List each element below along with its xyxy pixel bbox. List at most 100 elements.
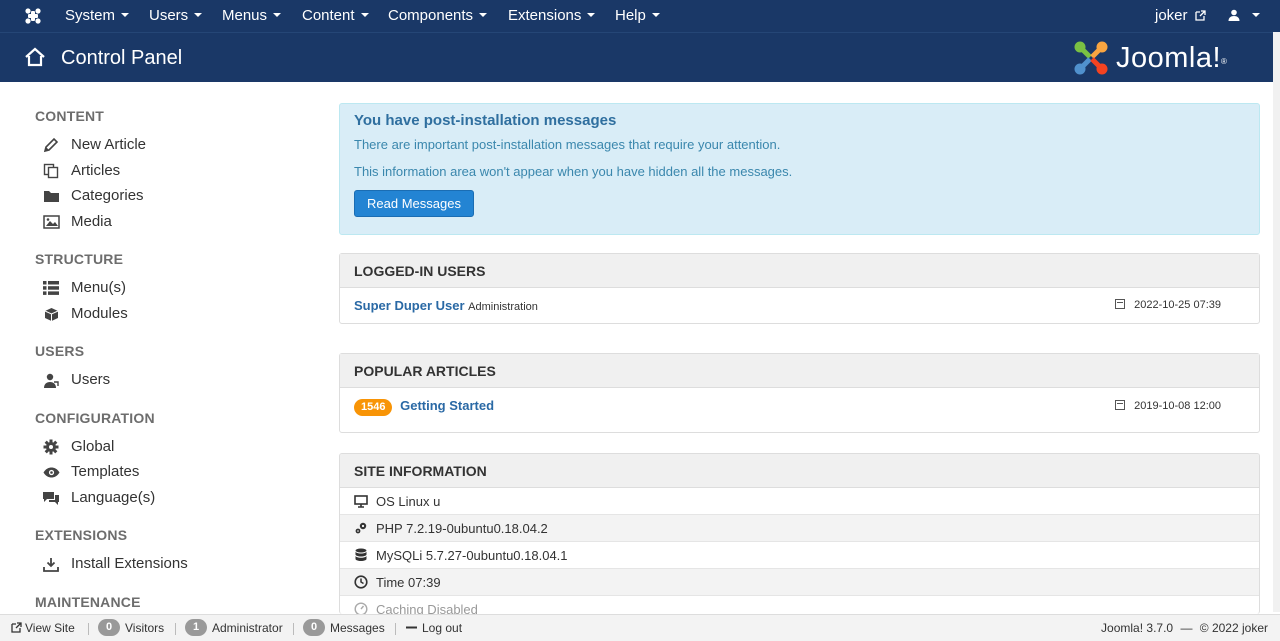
caret-down-icon: [587, 13, 596, 18]
info-mysql: MySQLi 5.7.27-0ubuntu0.18.04.1: [376, 548, 568, 563]
view-site-link[interactable]: View Site: [11, 615, 75, 641]
cogs-icon: [354, 521, 368, 535]
panel-heading: SITE INFORMATION: [340, 454, 1259, 488]
menu-users[interactable]: Users: [149, 0, 203, 32]
info-time: Time 07:39: [376, 575, 441, 590]
menu-extensions[interactable]: Extensions: [508, 0, 596, 32]
home-icon: [25, 47, 45, 67]
menu-menus-label: Menus: [222, 7, 268, 24]
site-link-label: joker: [1155, 7, 1188, 24]
user-icon: [1228, 9, 1240, 21]
divider: [293, 623, 294, 635]
menu-content[interactable]: Content: [302, 0, 369, 32]
external-link-icon: [1195, 9, 1206, 21]
sidebar-heading-configuration: CONFIGURATION: [35, 410, 155, 426]
footer-version: Joomla! 3.7.0 — © 2022 joker: [1101, 615, 1268, 641]
visitors-count-badge: 0: [98, 619, 120, 637]
user-menu[interactable]: [1228, 0, 1261, 32]
alert-line-1: There are important post-installation me…: [354, 137, 781, 152]
logout-label: Log out: [422, 621, 463, 635]
menu-content-label: Content: [302, 7, 355, 24]
visitors-label: Visitors: [125, 621, 165, 635]
menu-extensions-label: Extensions: [508, 7, 582, 24]
caret-down-icon: [121, 13, 130, 18]
copyright-text: © 2022 joker: [1199, 621, 1268, 635]
list-item: MySQLi 5.7.27-0ubuntu0.18.04.1: [340, 542, 1259, 569]
menu-menus[interactable]: Menus: [222, 0, 282, 32]
cube-icon: [42, 306, 60, 322]
caret-down-icon: [360, 13, 369, 18]
scrollbar[interactable]: [1273, 32, 1280, 612]
pencil-icon: [42, 137, 60, 153]
admin-label: Administrator: [212, 621, 283, 635]
sidebar-item-label: Users: [71, 371, 111, 388]
post-install-alert: You have post-installation messages Ther…: [339, 103, 1260, 235]
footer-separator: —: [1180, 621, 1193, 635]
external-link-icon: [11, 622, 22, 633]
hits-badge: 1546: [354, 399, 393, 416]
panel-heading: LOGGED-IN USERS: [340, 254, 1259, 288]
sidebar-heading-users: USERS: [35, 343, 85, 359]
sidebar-item-label: Language(s): [71, 489, 156, 506]
alert-line-2: This information area won't appear when …: [354, 164, 793, 179]
sidebar-item-label: Categories: [71, 187, 144, 204]
popular-articles-panel: POPULAR ARTICLES 1546 Getting Started 20…: [339, 353, 1260, 433]
sidebar-item-label: Menu(s): [71, 279, 127, 296]
version-text: Joomla! 3.7.0: [1101, 621, 1174, 635]
info-os: OS Linux u: [376, 494, 441, 509]
menu-system-label: System: [65, 7, 116, 24]
calendar-icon: [1115, 299, 1126, 310]
login-date: 2022-10-25 07:39: [1115, 288, 1221, 323]
sidebar-item-label: Articles: [71, 162, 121, 179]
joomla-logo: Joomla!®: [1072, 38, 1262, 78]
menu-users-label: Users: [149, 7, 189, 24]
divider: [88, 623, 89, 635]
sidebar-item-label: Modules: [71, 305, 128, 322]
comments-icon: [42, 490, 60, 506]
page-header: Control Panel Joomla!®: [0, 32, 1280, 82]
login-date-value: 2022-10-25 07:39: [1134, 299, 1221, 311]
panel-heading: POPULAR ARTICLES: [340, 354, 1259, 388]
read-messages-button[interactable]: Read Messages: [354, 190, 474, 217]
joomla-logo-icon: [1074, 41, 1108, 75]
database-icon: [354, 548, 368, 562]
monitor-icon: [354, 494, 368, 508]
info-caching: Caching Disabled: [376, 602, 478, 614]
logout-link[interactable]: Log out: [406, 615, 462, 641]
caret-down-icon: [194, 13, 203, 18]
user-name-link[interactable]: Super Duper User: [354, 298, 465, 313]
table-row: 1546 Getting Started 2019-10-08 12:00: [340, 388, 1259, 424]
clock-icon: [354, 575, 368, 589]
table-row: Super Duper User Administration 2022-10-…: [340, 288, 1259, 323]
site-information-panel: SITE INFORMATION OS Linux u PHP 7.2.19-0…: [339, 453, 1260, 614]
messages-count-badge: 0: [303, 619, 325, 637]
list-item: Caching Disabled: [340, 596, 1259, 614]
eye-icon: [42, 464, 60, 480]
article-date: 2019-10-08 12:00: [1115, 388, 1221, 424]
caret-down-icon: [651, 13, 660, 18]
cog-icon: [42, 439, 60, 455]
image-icon: [42, 214, 60, 230]
sidebar-item-label: Media: [71, 213, 112, 230]
menu-system[interactable]: System: [65, 0, 130, 32]
sidebar-heading-structure: STRUCTURE: [35, 251, 124, 267]
joomla-brand-icon[interactable]: [18, 0, 48, 32]
article-title-link[interactable]: Getting Started: [400, 398, 494, 413]
admin-count-badge: 1: [185, 619, 207, 637]
sidebar-heading-extensions: EXTENSIONS: [35, 527, 128, 543]
download-icon: [42, 556, 60, 572]
messages-counter[interactable]: 0 Messages: [303, 615, 385, 641]
caret-down-icon: [273, 13, 282, 18]
divider: [175, 623, 176, 635]
menu-help[interactable]: Help: [615, 0, 660, 32]
sidebar-item-label: Templates: [71, 463, 140, 480]
status-bar: View Site 0 Visitors 1 Administrator 0 Mess…: [0, 614, 1280, 641]
article-date-value: 2019-10-08 12:00: [1134, 400, 1221, 412]
site-link-joker[interactable]: joker: [1155, 0, 1206, 32]
menu-components[interactable]: Components: [388, 0, 488, 32]
calendar-icon: [1115, 400, 1126, 411]
sidebar-item-label: Install Extensions: [71, 555, 188, 572]
list-item: Time 07:39: [340, 569, 1259, 596]
sidebar-heading-content: CONTENT: [35, 108, 105, 124]
list-item: PHP 7.2.19-0ubuntu0.18.04.2: [340, 515, 1259, 542]
